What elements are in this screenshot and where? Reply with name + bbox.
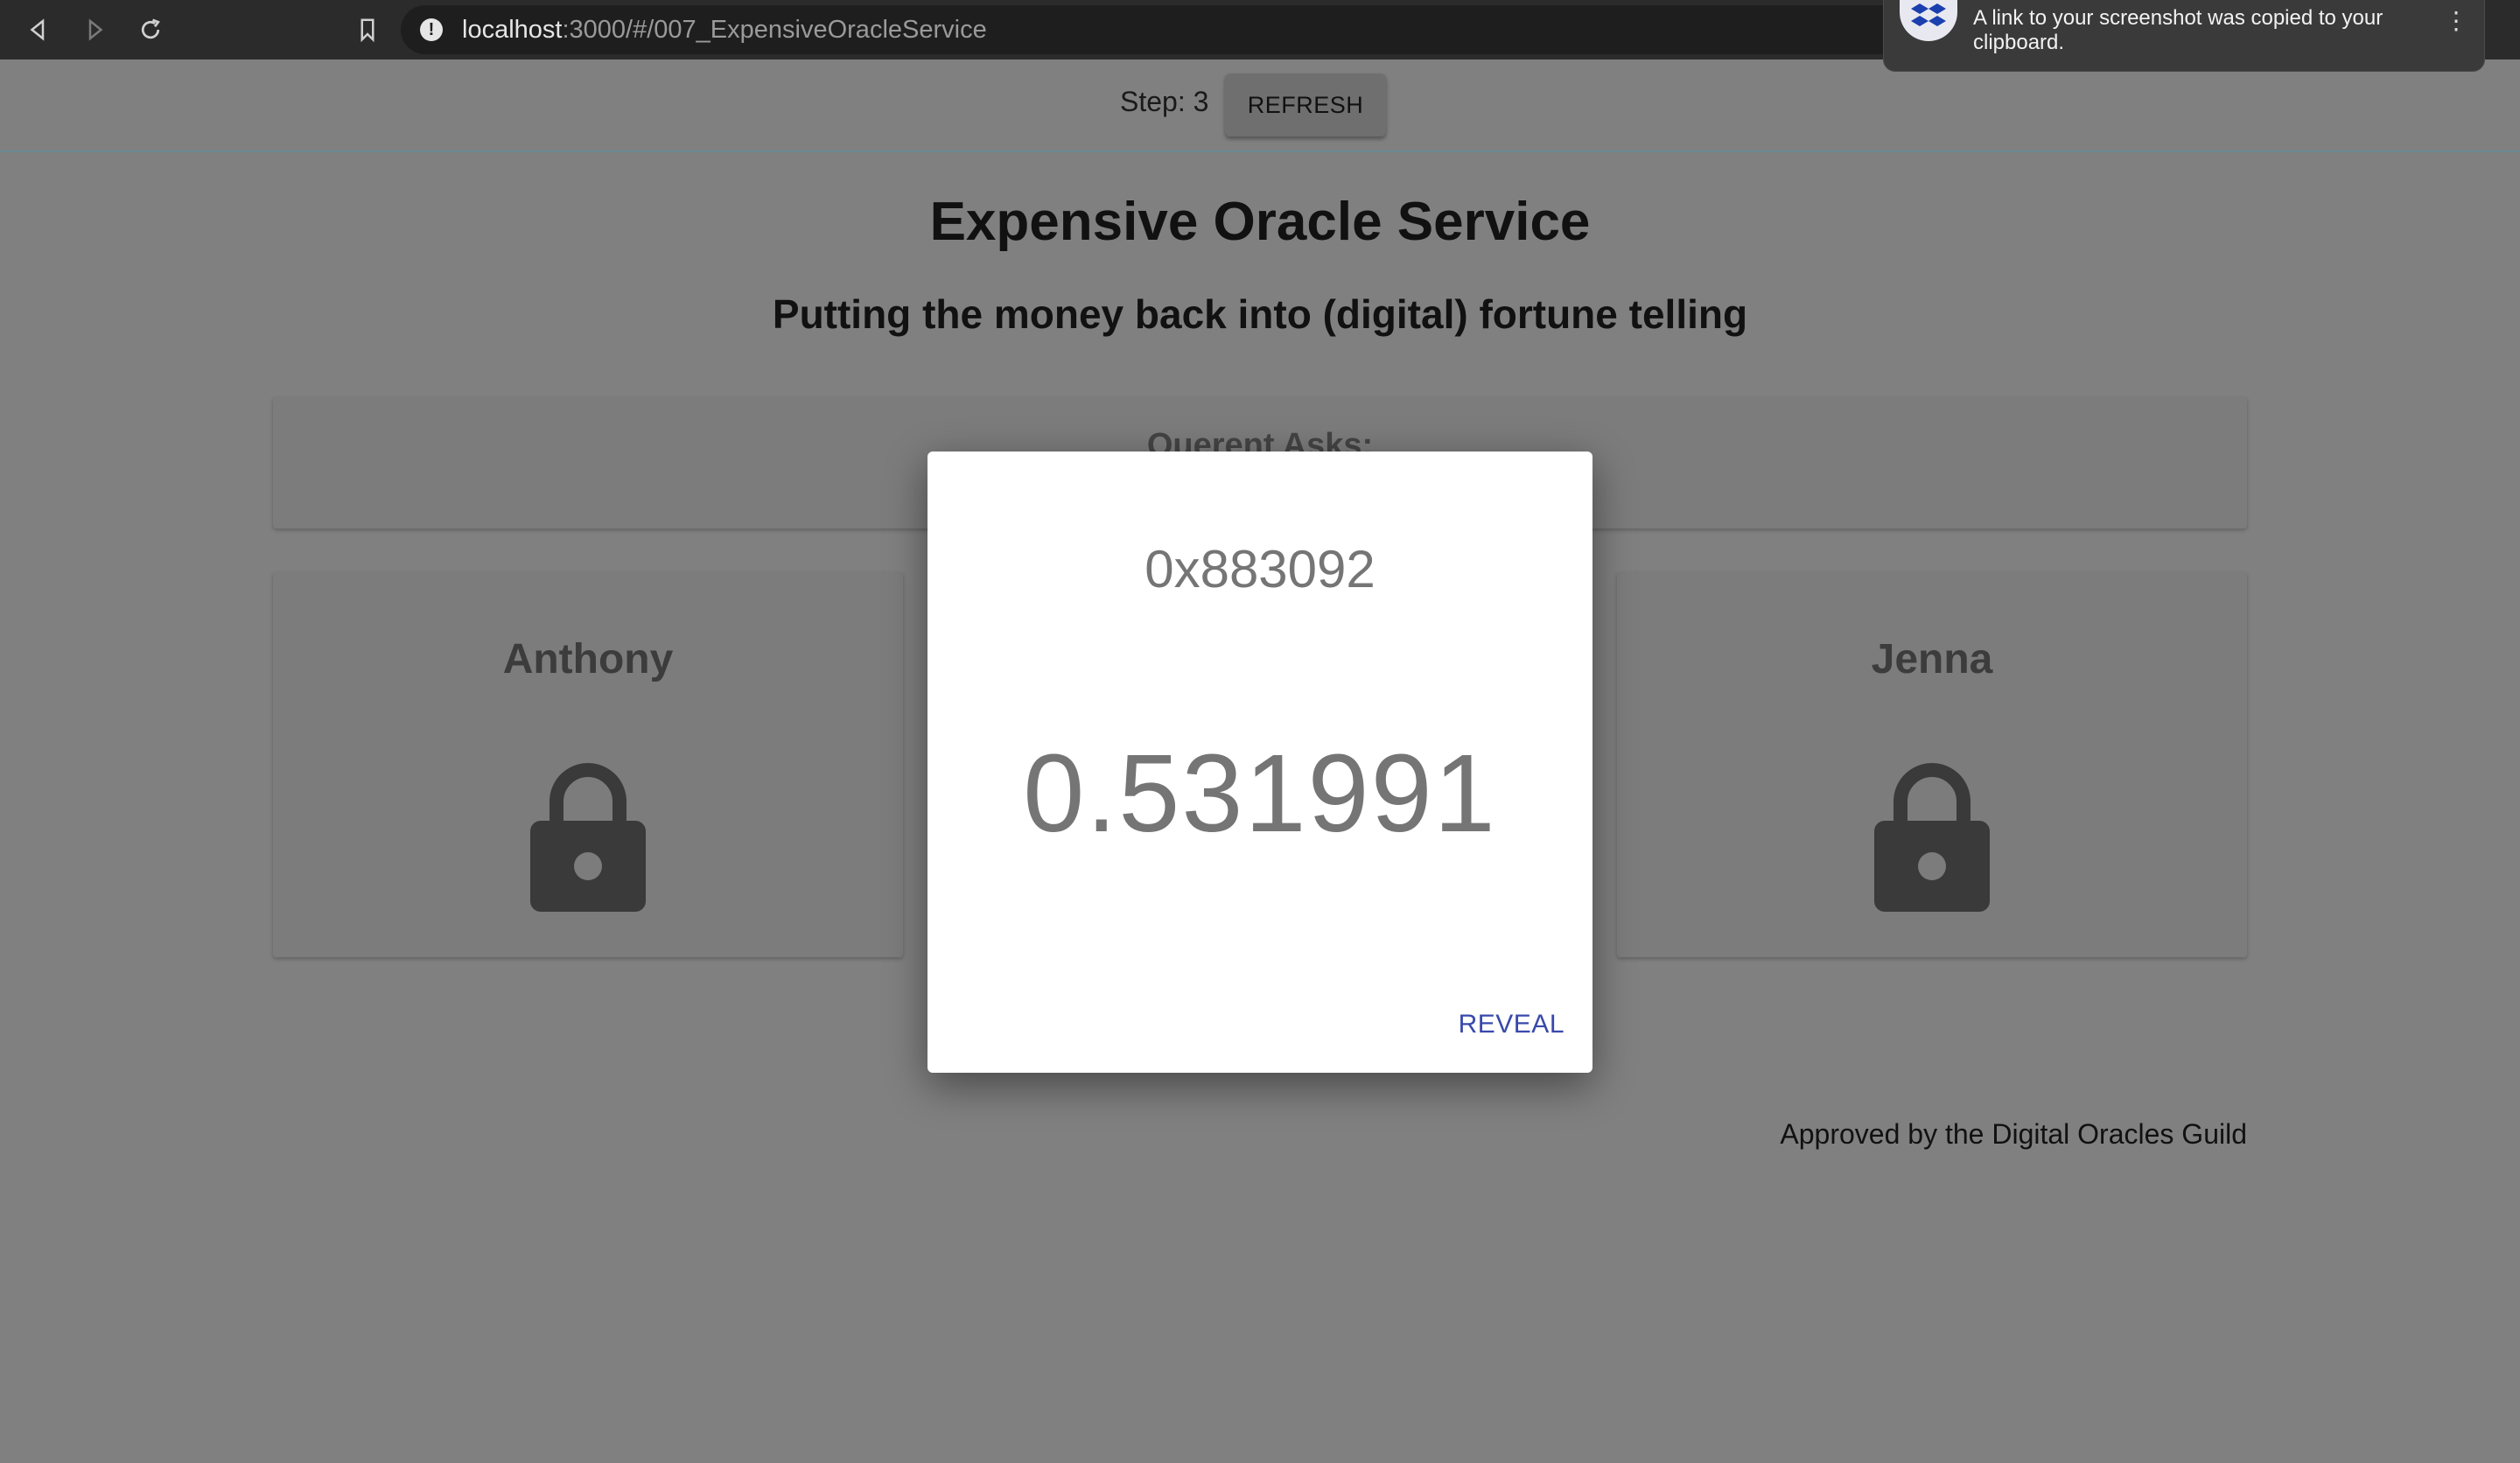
player-name: Jenna [1871, 636, 1993, 682]
more-options-icon[interactable]: ⋮ [2444, 6, 2468, 35]
url-path: :3000/#/007_ExpensiveOracleService [562, 15, 987, 44]
lock-icon [530, 763, 646, 912]
bookmark-button[interactable] [350, 12, 385, 47]
player-card-jenna: Jenna [1617, 572, 2247, 957]
info-icon[interactable]: ! [420, 18, 443, 41]
player-name: Anthony [502, 636, 674, 682]
address-bar[interactable]: ! localhost:3000/#/007_ExpensiveOracleSe… [401, 5, 1888, 54]
back-icon [30, 18, 45, 41]
page-subtitle: Putting the money back into (digital) fo… [772, 291, 1748, 337]
url-host: localhost [462, 15, 563, 44]
page-title: Expensive Oracle Service [929, 192, 1591, 252]
footer-text: Approved by the Digital Oracles Guild [1780, 1118, 2247, 1150]
bookmark-icon [360, 18, 374, 43]
notification-text: A link to your screenshot was copied to … [1973, 6, 2384, 54]
forward-button[interactable] [77, 12, 112, 47]
url-text[interactable]: localhost:3000/#/007_ExpensiveOracleServ… [462, 16, 987, 45]
back-button[interactable] [21, 12, 56, 47]
step-bar: Step: 3 REFRESH [0, 60, 2520, 152]
modal-address: 0x883092 [1144, 540, 1376, 598]
reload-icon [141, 18, 160, 39]
reveal-button[interactable]: REVEAL [1459, 1010, 1564, 1040]
forward-icon [88, 18, 103, 41]
refresh-button[interactable]: REFRESH [1225, 74, 1386, 136]
player-card-anthony: Anthony [273, 572, 903, 957]
lock-icon [1874, 763, 1990, 912]
step-label: Step: 3 [1120, 86, 1209, 117]
oracle-modal: 0x883092 0.531991 REVEAL [928, 452, 1592, 1073]
reload-button[interactable] [133, 12, 168, 47]
dropbox-icon [1900, 0, 1957, 41]
modal-value: 0.531991 [1023, 732, 1497, 855]
